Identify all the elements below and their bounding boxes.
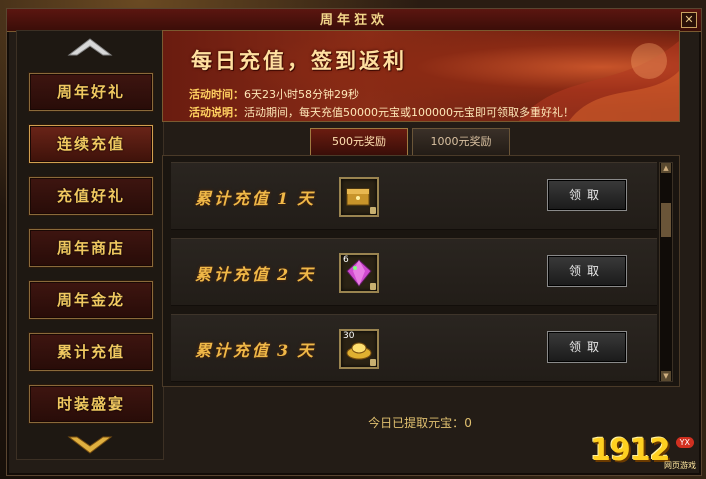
reward-row: 累计充值 1 天 领取	[171, 162, 657, 230]
reward-suffix: 天	[297, 265, 317, 284]
reward-item-slot[interactable]: 30	[339, 329, 379, 369]
list-scrollbar[interactable]: ▲ ▼	[659, 162, 673, 382]
item-count: 30	[343, 331, 355, 341]
logo-number: 1912	[590, 433, 670, 468]
title-bar: 周年狂欢 ✕	[7, 9, 701, 32]
reward-suffix: 天	[297, 341, 317, 360]
withdrawn-summary: 今日已提取元宝：0	[162, 414, 678, 431]
tab-1000-reward[interactable]: 1000元奖励	[412, 128, 510, 156]
reward-row: 累计充值 3 天 30 领取	[171, 314, 657, 382]
event-time-label: 活动时间：	[189, 88, 244, 101]
lock-icon	[370, 207, 376, 214]
reward-day: 3	[277, 341, 292, 360]
claim-button[interactable]: 领取	[547, 331, 627, 363]
event-time-line: 活动时间：6天23小时58分钟29秒	[189, 86, 359, 102]
reward-label: 累计充值 1 天	[195, 185, 316, 209]
reward-day: 2	[277, 265, 292, 284]
lock-icon	[370, 359, 376, 366]
logo-badge: YX	[675, 437, 694, 448]
banner-title: 每日充值，签到返利	[191, 48, 407, 73]
claim-button[interactable]: 领取	[547, 255, 627, 287]
scroll-down-icon[interactable]	[65, 433, 115, 455]
sidebar-item-golden-dragon[interactable]: 周年金龙	[29, 281, 153, 319]
event-desc-label: 活动说明：	[189, 106, 244, 119]
reward-prefix: 累计充值	[195, 341, 272, 360]
reward-item-slot[interactable]: 6	[339, 253, 379, 293]
reward-label: 累计充值 2 天	[195, 261, 316, 285]
sidebar-item-recharge-gift[interactable]: 充值好礼	[29, 177, 153, 215]
withdrawn-label: 今日已提取元宝：	[368, 416, 465, 430]
reward-item-slot[interactable]	[339, 177, 379, 217]
reward-row: 累计充值 2 天 6 领取	[171, 238, 657, 306]
sidebar: 周年好礼 连续充值 充值好礼 周年商店 周年金龙 累计充值 时装盛宴	[16, 30, 164, 460]
reward-label: 累计充值 3 天	[195, 337, 316, 361]
sidebar-item-fashion-feast[interactable]: 时装盛宴	[29, 385, 153, 423]
reward-day: 1	[277, 189, 292, 208]
reward-list: 累计充值 1 天 领取 累计充值 2 天 6 领取 累计充值 3 天 30 领取…	[162, 155, 680, 387]
scroll-thumb[interactable]	[661, 203, 671, 237]
reward-suffix: 天	[297, 189, 317, 208]
close-icon[interactable]: ✕	[681, 12, 697, 28]
sidebar-item-anniversary-gift[interactable]: 周年好礼	[29, 73, 153, 111]
site-logo: 1912 YX 网页游戏	[590, 433, 698, 473]
item-count: 6	[343, 255, 349, 265]
withdrawn-value: 0	[464, 416, 472, 430]
reward-prefix: 累计充值	[195, 189, 272, 208]
scroll-up-arrow-icon[interactable]: ▲	[661, 163, 671, 173]
event-banner: 每日充值，签到返利 活动时间：6天23小时58分钟29秒 活动说明：活动期间，每…	[162, 30, 680, 122]
logo-subtitle: 网页游戏	[664, 461, 696, 470]
event-desc-line: 活动说明：活动期间，每天充值50000元宝或100000元宝即可领取多重好礼！	[189, 104, 574, 120]
scroll-up-icon[interactable]	[65, 37, 115, 59]
tab-500-reward[interactable]: 500元奖励	[310, 128, 408, 156]
claim-button[interactable]: 领取	[547, 179, 627, 211]
sidebar-item-continuous-recharge[interactable]: 连续充值	[29, 125, 153, 163]
event-desc-value: 活动期间，每天充值50000元宝或100000元宝即可领取多重好礼！	[244, 106, 574, 119]
window-title: 周年狂欢	[319, 13, 388, 28]
scroll-down-arrow-icon[interactable]: ▼	[661, 371, 671, 381]
event-time-value: 6天23小时58分钟29秒	[244, 88, 359, 101]
sidebar-item-anniversary-shop[interactable]: 周年商店	[29, 229, 153, 267]
sidebar-item-cumulative-recharge[interactable]: 累计充值	[29, 333, 153, 371]
reward-prefix: 累计充值	[195, 265, 272, 284]
lock-icon	[370, 283, 376, 290]
